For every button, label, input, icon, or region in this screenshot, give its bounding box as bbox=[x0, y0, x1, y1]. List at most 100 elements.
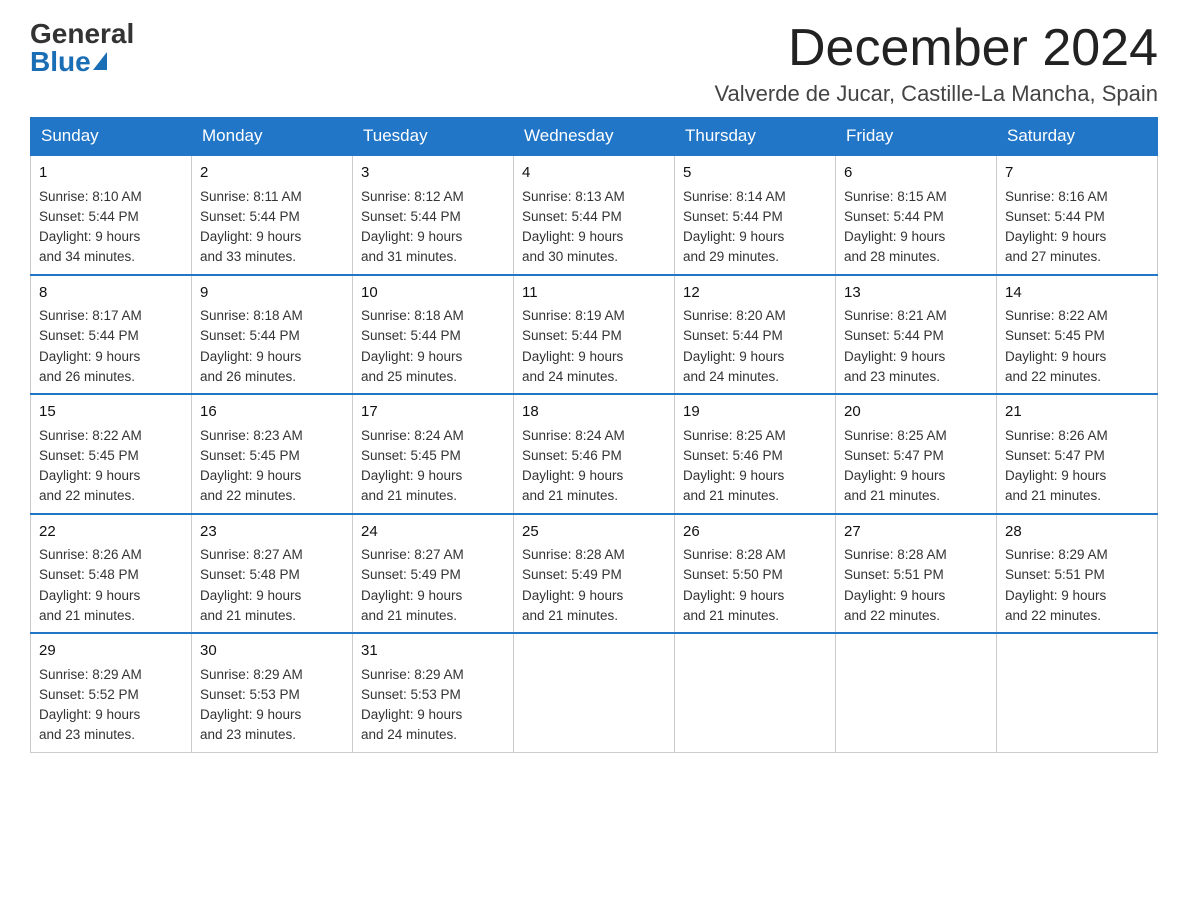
sunset-label: Sunset: 5:49 PM bbox=[361, 567, 461, 582]
sunrise-label: Sunrise: 8:29 AM bbox=[200, 667, 303, 682]
daylight-minutes: and 25 minutes. bbox=[361, 369, 457, 384]
day-number: 23 bbox=[200, 521, 344, 544]
sunrise-label: Sunrise: 8:28 AM bbox=[844, 547, 947, 562]
daylight-label: Daylight: 9 hours bbox=[200, 229, 301, 244]
daylight-minutes: and 21 minutes. bbox=[361, 488, 457, 503]
calendar-cell: 19 Sunrise: 8:25 AM Sunset: 5:46 PM Dayl… bbox=[675, 394, 836, 514]
daylight-minutes: and 23 minutes. bbox=[844, 369, 940, 384]
col-friday: Friday bbox=[836, 118, 997, 156]
sunrise-label: Sunrise: 8:26 AM bbox=[39, 547, 142, 562]
daylight-label: Daylight: 9 hours bbox=[361, 468, 462, 483]
day-number: 14 bbox=[1005, 282, 1149, 305]
daylight-label: Daylight: 9 hours bbox=[522, 229, 623, 244]
daylight-minutes: and 21 minutes. bbox=[200, 608, 296, 623]
sunset-label: Sunset: 5:44 PM bbox=[39, 328, 139, 343]
daylight-minutes: and 26 minutes. bbox=[200, 369, 296, 384]
daylight-minutes: and 22 minutes. bbox=[200, 488, 296, 503]
daylight-label: Daylight: 9 hours bbox=[39, 468, 140, 483]
sunset-label: Sunset: 5:44 PM bbox=[844, 328, 944, 343]
daylight-label: Daylight: 9 hours bbox=[683, 229, 784, 244]
sunrise-label: Sunrise: 8:28 AM bbox=[522, 547, 625, 562]
day-number: 25 bbox=[522, 521, 666, 544]
page-header: General Blue December 2024 Valverde de J… bbox=[30, 20, 1158, 107]
daylight-label: Daylight: 9 hours bbox=[683, 349, 784, 364]
daylight-minutes: and 21 minutes. bbox=[683, 608, 779, 623]
daylight-minutes: and 33 minutes. bbox=[200, 249, 296, 264]
daylight-label: Daylight: 9 hours bbox=[39, 707, 140, 722]
calendar-cell: 25 Sunrise: 8:28 AM Sunset: 5:49 PM Dayl… bbox=[514, 514, 675, 634]
sunset-label: Sunset: 5:44 PM bbox=[522, 209, 622, 224]
daylight-minutes: and 21 minutes. bbox=[1005, 488, 1101, 503]
calendar-row-3: 15 Sunrise: 8:22 AM Sunset: 5:45 PM Dayl… bbox=[31, 394, 1158, 514]
calendar-cell: 11 Sunrise: 8:19 AM Sunset: 5:44 PM Dayl… bbox=[514, 275, 675, 395]
daylight-minutes: and 27 minutes. bbox=[1005, 249, 1101, 264]
sunrise-label: Sunrise: 8:29 AM bbox=[1005, 547, 1108, 562]
calendar-row-4: 22 Sunrise: 8:26 AM Sunset: 5:48 PM Dayl… bbox=[31, 514, 1158, 634]
daylight-minutes: and 23 minutes. bbox=[200, 727, 296, 742]
daylight-minutes: and 21 minutes. bbox=[361, 608, 457, 623]
day-number: 13 bbox=[844, 282, 988, 305]
calendar-table: Sunday Monday Tuesday Wednesday Thursday… bbox=[30, 117, 1158, 753]
sunset-label: Sunset: 5:44 PM bbox=[1005, 209, 1105, 224]
daylight-label: Daylight: 9 hours bbox=[522, 588, 623, 603]
sunset-label: Sunset: 5:44 PM bbox=[844, 209, 944, 224]
sunset-label: Sunset: 5:45 PM bbox=[361, 448, 461, 463]
day-number: 3 bbox=[361, 162, 505, 185]
sunset-label: Sunset: 5:47 PM bbox=[1005, 448, 1105, 463]
sunrise-label: Sunrise: 8:23 AM bbox=[200, 428, 303, 443]
daylight-minutes: and 26 minutes. bbox=[39, 369, 135, 384]
calendar-cell: 21 Sunrise: 8:26 AM Sunset: 5:47 PM Dayl… bbox=[997, 394, 1158, 514]
calendar-cell: 30 Sunrise: 8:29 AM Sunset: 5:53 PM Dayl… bbox=[192, 633, 353, 752]
daylight-label: Daylight: 9 hours bbox=[844, 229, 945, 244]
sunrise-label: Sunrise: 8:11 AM bbox=[200, 189, 302, 204]
daylight-label: Daylight: 9 hours bbox=[1005, 468, 1106, 483]
logo-general-text: General bbox=[30, 20, 134, 48]
daylight-minutes: and 21 minutes. bbox=[522, 488, 618, 503]
calendar-cell: 31 Sunrise: 8:29 AM Sunset: 5:53 PM Dayl… bbox=[353, 633, 514, 752]
sunset-label: Sunset: 5:48 PM bbox=[39, 567, 139, 582]
day-number: 7 bbox=[1005, 162, 1149, 185]
daylight-label: Daylight: 9 hours bbox=[1005, 349, 1106, 364]
calendar-cell: 24 Sunrise: 8:27 AM Sunset: 5:49 PM Dayl… bbox=[353, 514, 514, 634]
sunrise-label: Sunrise: 8:25 AM bbox=[683, 428, 786, 443]
day-number: 15 bbox=[39, 401, 183, 424]
sunrise-label: Sunrise: 8:26 AM bbox=[1005, 428, 1108, 443]
day-number: 16 bbox=[200, 401, 344, 424]
calendar-body: 1 Sunrise: 8:10 AM Sunset: 5:44 PM Dayli… bbox=[31, 155, 1158, 752]
daylight-minutes: and 22 minutes. bbox=[39, 488, 135, 503]
sunset-label: Sunset: 5:44 PM bbox=[522, 328, 622, 343]
daylight-label: Daylight: 9 hours bbox=[683, 468, 784, 483]
day-number: 12 bbox=[683, 282, 827, 305]
sunrise-label: Sunrise: 8:29 AM bbox=[361, 667, 464, 682]
calendar-cell: 1 Sunrise: 8:10 AM Sunset: 5:44 PM Dayli… bbox=[31, 155, 192, 275]
daylight-minutes: and 23 minutes. bbox=[39, 727, 135, 742]
daylight-label: Daylight: 9 hours bbox=[361, 588, 462, 603]
daylight-label: Daylight: 9 hours bbox=[200, 588, 301, 603]
logo-triangle-icon bbox=[93, 52, 107, 70]
sunrise-label: Sunrise: 8:18 AM bbox=[361, 308, 464, 323]
calendar-row-1: 1 Sunrise: 8:10 AM Sunset: 5:44 PM Dayli… bbox=[31, 155, 1158, 275]
day-number: 8 bbox=[39, 282, 183, 305]
day-number: 31 bbox=[361, 640, 505, 663]
daylight-minutes: and 29 minutes. bbox=[683, 249, 779, 264]
sunrise-label: Sunrise: 8:24 AM bbox=[522, 428, 625, 443]
daylight-label: Daylight: 9 hours bbox=[844, 588, 945, 603]
calendar-cell bbox=[836, 633, 997, 752]
calendar-cell: 9 Sunrise: 8:18 AM Sunset: 5:44 PM Dayli… bbox=[192, 275, 353, 395]
sunrise-label: Sunrise: 8:17 AM bbox=[39, 308, 142, 323]
calendar-cell: 5 Sunrise: 8:14 AM Sunset: 5:44 PM Dayli… bbox=[675, 155, 836, 275]
daylight-minutes: and 22 minutes. bbox=[1005, 369, 1101, 384]
sunset-label: Sunset: 5:45 PM bbox=[39, 448, 139, 463]
sunset-label: Sunset: 5:53 PM bbox=[200, 687, 300, 702]
daylight-minutes: and 28 minutes. bbox=[844, 249, 940, 264]
calendar-cell bbox=[997, 633, 1158, 752]
daylight-label: Daylight: 9 hours bbox=[1005, 588, 1106, 603]
sunrise-label: Sunrise: 8:14 AM bbox=[683, 189, 786, 204]
calendar-cell: 13 Sunrise: 8:21 AM Sunset: 5:44 PM Dayl… bbox=[836, 275, 997, 395]
day-number: 29 bbox=[39, 640, 183, 663]
daylight-label: Daylight: 9 hours bbox=[39, 349, 140, 364]
day-number: 21 bbox=[1005, 401, 1149, 424]
day-number: 28 bbox=[1005, 521, 1149, 544]
calendar-cell: 7 Sunrise: 8:16 AM Sunset: 5:44 PM Dayli… bbox=[997, 155, 1158, 275]
col-monday: Monday bbox=[192, 118, 353, 156]
